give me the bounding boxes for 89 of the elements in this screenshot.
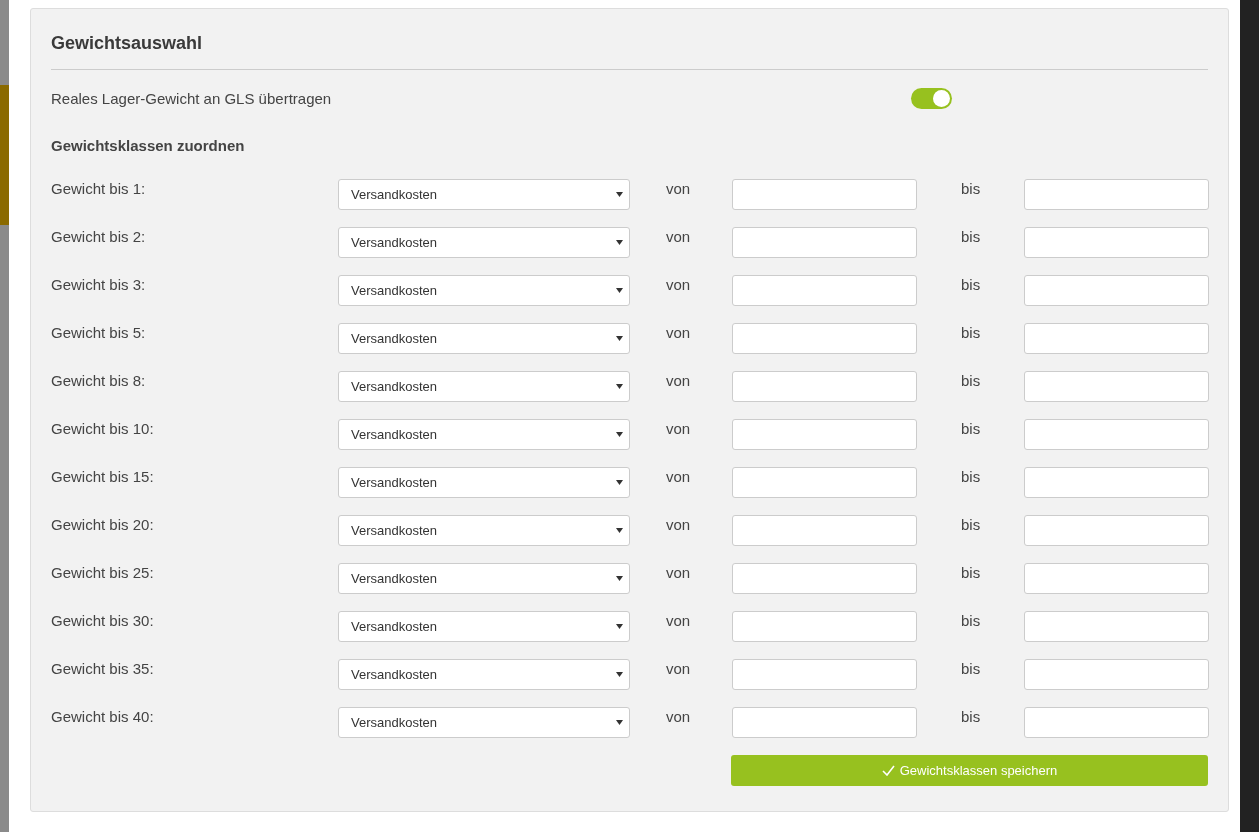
to-label: bis xyxy=(960,515,982,535)
to-label: bis xyxy=(960,323,982,343)
caret-icon xyxy=(616,240,623,245)
to-label: bis xyxy=(960,371,982,391)
from-input-field[interactable] xyxy=(732,515,917,546)
caret-icon xyxy=(616,480,623,485)
shipping-select[interactable]: Versandkosten xyxy=(338,467,630,498)
to-input-field[interactable] xyxy=(1024,323,1209,354)
from-input-field[interactable] xyxy=(732,467,917,498)
from-input-field[interactable] xyxy=(732,563,917,594)
from-label: von xyxy=(665,227,692,247)
weight-label: Gewicht bis 10: xyxy=(51,419,155,439)
weight-label: Gewicht bis 35: xyxy=(51,659,155,679)
to-input-field[interactable] xyxy=(1024,275,1209,306)
caret-icon xyxy=(616,432,623,437)
check-icon xyxy=(881,765,895,776)
shipping-select[interactable]: Versandkosten xyxy=(338,659,630,690)
weight-label: Gewicht bis 1: xyxy=(51,179,147,199)
panel-title: Gewichtsauswahl xyxy=(51,32,204,55)
to-label: bis xyxy=(960,179,982,199)
to-label: bis xyxy=(960,275,982,295)
to-label: bis xyxy=(960,467,982,487)
from-label: von xyxy=(665,563,692,583)
from-label: von xyxy=(665,419,692,439)
to-input-field[interactable] xyxy=(1024,563,1209,594)
to-input-field[interactable] xyxy=(1024,659,1209,690)
shipping-select[interactable]: Versandkosten xyxy=(338,563,630,594)
shipping-select[interactable]: Versandkosten xyxy=(338,275,630,306)
to-label: bis xyxy=(960,707,982,727)
to-input-field[interactable] xyxy=(1024,179,1209,210)
caret-icon xyxy=(616,384,623,389)
from-label: von xyxy=(665,659,692,679)
to-input-field[interactable] xyxy=(1024,371,1209,402)
shipping-select[interactable]: Versandkosten xyxy=(338,323,630,354)
from-input-field[interactable] xyxy=(732,323,917,354)
to-label: bis xyxy=(960,419,982,439)
weight-label: Gewicht bis 5: xyxy=(51,323,147,343)
caret-icon xyxy=(616,528,623,533)
from-input-field[interactable] xyxy=(732,227,917,258)
to-input-field[interactable] xyxy=(1024,467,1209,498)
weight-label: Gewicht bis 20: xyxy=(51,515,155,535)
setting-label: Reales Lager-Gewicht an GLS übertragen xyxy=(51,90,333,107)
shipping-select[interactable]: Versandkosten xyxy=(338,227,630,258)
caret-icon xyxy=(616,288,623,293)
from-input-field[interactable] xyxy=(732,611,917,642)
caret-icon xyxy=(616,672,623,677)
from-label: von xyxy=(665,371,692,391)
to-input-field[interactable] xyxy=(1024,227,1209,258)
from-label: von xyxy=(665,467,692,487)
to-label: bis xyxy=(960,611,982,631)
caret-icon xyxy=(616,336,623,341)
from-label: von xyxy=(665,611,692,631)
to-input-field[interactable] xyxy=(1024,419,1209,450)
shipping-select[interactable]: Versandkosten xyxy=(338,371,630,402)
shipping-select[interactable]: Versandkosten xyxy=(338,611,630,642)
from-input-field[interactable] xyxy=(732,659,917,690)
caret-icon xyxy=(616,192,623,197)
from-input-field[interactable] xyxy=(732,179,917,210)
shipping-select[interactable]: Versandkosten xyxy=(338,515,630,546)
weight-label: Gewicht bis 40: xyxy=(51,707,155,727)
shipping-select[interactable]: Versandkosten xyxy=(338,419,630,450)
to-input-field[interactable] xyxy=(1024,611,1209,642)
weight-label: Gewicht bis 15: xyxy=(51,467,155,487)
shipping-select[interactable]: Versandkosten xyxy=(338,707,630,738)
to-label: bis xyxy=(960,659,982,679)
weight-label: Gewicht bis 8: xyxy=(51,371,147,391)
from-input-field[interactable] xyxy=(732,371,917,402)
from-label: von xyxy=(665,323,692,343)
caret-icon xyxy=(616,624,623,629)
from-input-field[interactable] xyxy=(732,419,917,450)
weight-label: Gewicht bis 2: xyxy=(51,227,147,247)
weight-label: Gewicht bis 30: xyxy=(51,611,155,631)
caret-icon xyxy=(616,576,623,581)
from-label: von xyxy=(665,515,692,535)
from-label: von xyxy=(665,707,692,727)
toggle-switch[interactable] xyxy=(911,88,952,109)
from-label: von xyxy=(665,179,692,199)
section-heading: Gewichtsklassen zuordnen xyxy=(51,136,246,156)
shipping-select[interactable]: Versandkosten xyxy=(338,179,630,210)
weight-label: Gewicht bis 3: xyxy=(51,275,147,295)
weight-label: Gewicht bis 25: xyxy=(51,563,155,583)
to-label: bis xyxy=(960,227,982,247)
to-label: bis xyxy=(960,563,982,583)
from-label: von xyxy=(665,275,692,295)
from-input-field[interactable] xyxy=(732,275,917,306)
to-input-field[interactable] xyxy=(1024,515,1209,546)
from-input-field[interactable] xyxy=(732,707,917,738)
to-input-field[interactable] xyxy=(1024,707,1209,738)
caret-icon xyxy=(616,720,623,725)
